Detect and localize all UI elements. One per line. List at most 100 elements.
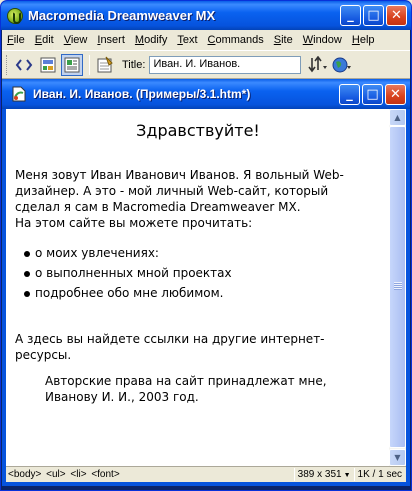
close-icon: ✕: [390, 87, 401, 102]
dreamweaver-logo-icon: [7, 7, 23, 24]
links-line: ресурсы.: [15, 348, 72, 362]
window-size-popup[interactable]: 389 x 351 ▼: [298, 469, 351, 480]
menu-site[interactable]: Site: [269, 34, 298, 46]
status-bar: <body> <ul> <li> <font> 389 x 351 ▼ 1K / …: [6, 466, 406, 482]
menu-window-accel: W: [302, 34, 314, 46]
document-close-button[interactable]: ✕: [385, 84, 406, 105]
close-icon: ✕: [391, 8, 402, 23]
menu-file-accel: F: [7, 34, 14, 46]
minimize-button[interactable]: _: [340, 5, 361, 26]
document-minimize-button[interactable]: _: [339, 84, 360, 105]
menu-text-rest: ext: [182, 34, 198, 46]
menu-window-rest: indow: [313, 34, 342, 46]
intro-line: Меня зовут Иван Иванович Иванов. Я вольн…: [15, 168, 344, 182]
live-data-button[interactable]: [94, 54, 116, 76]
live-data-icon: [97, 56, 113, 72]
menu-modify[interactable]: Modify: [130, 34, 172, 46]
window-caption-buttons: _ □ ✕: [340, 5, 407, 26]
menu-commands[interactable]: Commands: [203, 34, 269, 46]
topics-list: о моих увлечениях: о выполненных мной пр…: [15, 245, 381, 301]
minimize-icon: _: [346, 87, 353, 102]
menu-insert[interactable]: Insert: [92, 34, 130, 46]
document-window: Здравствуйте! Меня зовут Иван Иванович И…: [6, 109, 406, 482]
intro-line: На этом сайте вы можете прочитать:: [15, 216, 253, 230]
list-item[interactable]: о моих увлечениях:: [24, 245, 381, 261]
menu-commands-rest: ommands: [215, 34, 264, 46]
split-view-button[interactable]: [37, 54, 59, 76]
document-titlebar[interactable]: Иван. И. Иванов. (Примеры/3.1.htm*) _ □ …: [2, 79, 410, 109]
menu-modify-rest: odify: [144, 34, 168, 46]
menu-view[interactable]: View: [59, 34, 93, 46]
title-input[interactable]: Иван. И. Иванов.: [149, 55, 302, 74]
file-management-icon: [308, 55, 328, 72]
tag-li[interactable]: <li>: [70, 469, 86, 480]
menu-edit-accel: E: [34, 34, 43, 46]
status-separator: [293, 468, 295, 481]
menu-text[interactable]: Text: [172, 34, 202, 46]
file-management-button[interactable]: [307, 54, 329, 76]
intro-line: дизайнер. А это - мой личный Web-сайт, к…: [15, 184, 329, 198]
copyright-paragraph[interactable]: Авторские права на сайт принадлежат мне,…: [15, 373, 381, 405]
dreamweaver-window: Macromedia Dreamweaver MX _ □ ✕ File Edi…: [0, 0, 412, 491]
tag-body[interactable]: <body>: [8, 469, 41, 480]
download-size: 1K / 1 sec: [357, 469, 402, 480]
menu-edit-rest: dit: [42, 34, 54, 46]
scroll-up-button[interactable]: ▲: [389, 109, 406, 126]
maximize-button[interactable]: □: [363, 5, 384, 26]
document-title: Иван. И. Иванов. (Примеры/3.1.htm*): [33, 87, 251, 101]
maximize-icon: □: [366, 87, 379, 102]
menu-site-rest: ite: [281, 34, 293, 46]
globe-icon: [332, 57, 352, 72]
scrollbar-thumb[interactable]: [389, 126, 406, 448]
preview-browser-button[interactable]: [331, 54, 353, 76]
document-maximize-button[interactable]: □: [362, 84, 383, 105]
vertical-scrollbar[interactable]: ▲ ▼: [389, 109, 406, 466]
menu-bar: File Edit View Insert Modify Text Comman…: [2, 30, 410, 50]
menu-help[interactable]: Help: [347, 34, 380, 46]
menu-modify-accel: M: [134, 34, 145, 46]
menu-edit[interactable]: Edit: [30, 34, 59, 46]
document-icon: [12, 86, 26, 102]
code-view-icon: [15, 58, 33, 71]
document-window-frame: Здравствуйте! Меня зовут Иван Иванович И…: [2, 109, 410, 486]
list-item[interactable]: подробнее обо мне любимом.: [24, 285, 381, 301]
copyright-line: Иванову И. И., 2003 год.: [45, 390, 199, 404]
menu-site-accel: S: [273, 34, 282, 46]
maximize-icon: □: [367, 8, 380, 23]
design-view-button[interactable]: [61, 53, 83, 76]
tag-ul[interactable]: <ul>: [46, 469, 65, 480]
menu-file-rest: ile: [13, 34, 25, 46]
app-titlebar[interactable]: Macromedia Dreamweaver MX _ □ ✕: [1, 1, 411, 30]
menu-view-rest: iew: [70, 34, 88, 46]
page-heading[interactable]: Здравствуйте!: [15, 121, 381, 141]
app-title: Macromedia Dreamweaver MX: [28, 8, 216, 23]
links-paragraph[interactable]: А здесь вы найдете ссылки на другие инте…: [15, 331, 381, 363]
tag-selector: <body> <ul> <li> <font>: [6, 469, 291, 480]
arrow-down-icon: ▼: [394, 453, 401, 462]
arrow-up-icon: ▲: [394, 113, 401, 122]
copyright-line: Авторские права на сайт принадлежат мне,: [45, 374, 327, 388]
document-toolbar: Title: Иван. И. Иванов.: [2, 50, 410, 79]
dropdown-arrow-icon: ▼: [343, 472, 351, 479]
close-button[interactable]: ✕: [386, 5, 407, 26]
menu-help-rest: elp: [359, 34, 375, 46]
minimize-icon: _: [347, 8, 354, 23]
menu-file[interactable]: File: [2, 34, 30, 46]
split-view-icon: [40, 57, 56, 72]
tag-font[interactable]: <font>: [91, 469, 119, 480]
list-item[interactable]: о выполненных мной проектах: [24, 265, 381, 281]
toolbar-grip[interactable]: [6, 54, 9, 75]
menu-view-accel: V: [63, 34, 71, 46]
document-caption-buttons: _ □ ✕: [339, 84, 406, 105]
scroll-down-button[interactable]: ▼: [389, 449, 406, 466]
menu-insert-rest: nsert: [100, 34, 125, 46]
title-label: Title:: [122, 58, 146, 71]
menu-window[interactable]: Window: [298, 34, 347, 46]
design-view-icon: [64, 57, 80, 72]
design-view[interactable]: Здравствуйте! Меня зовут Иван Иванович И…: [6, 109, 389, 464]
intro-paragraph[interactable]: Меня зовут Иван Иванович Иванов. Я вольн…: [15, 167, 381, 231]
status-separator: [353, 468, 355, 481]
menu-help-accel: H: [351, 34, 360, 46]
code-view-button[interactable]: [13, 54, 35, 76]
window-dimensions: 389 x 351: [297, 469, 342, 480]
